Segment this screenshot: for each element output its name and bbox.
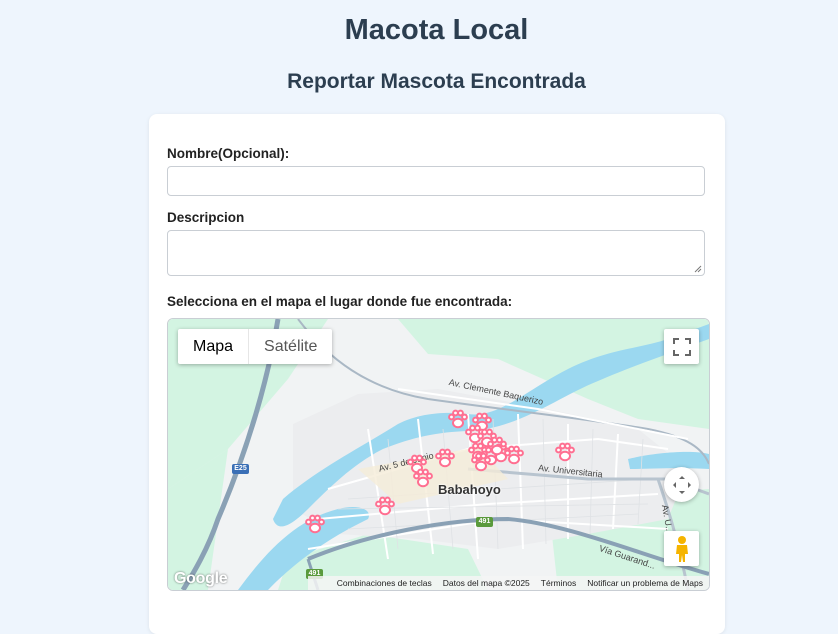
- paw-marker-icon[interactable]: [374, 495, 396, 517]
- description-textarea[interactable]: [167, 230, 705, 276]
- google-logo: Google: [174, 570, 228, 587]
- page-title: Macota Local: [344, 14, 529, 46]
- paw-marker-icon[interactable]: [412, 467, 434, 489]
- paw-marker-icon[interactable]: [554, 441, 576, 463]
- report-problem-link[interactable]: Notificar un problema de Maps: [587, 578, 703, 588]
- terms-link[interactable]: Términos: [541, 578, 576, 588]
- location-map[interactable]: Av. Clemente Baquerizo Av. 5 de Junio Av…: [167, 318, 710, 591]
- map-label: Selecciona en el mapa el lugar donde fue…: [167, 294, 513, 309]
- camera-control-button[interactable]: [664, 467, 699, 502]
- paw-marker-icon[interactable]: [304, 513, 326, 535]
- paw-marker-icon[interactable]: [434, 447, 456, 469]
- map-footer: Combinaciones de teclas Datos del mapa ©…: [308, 576, 709, 590]
- description-label: Descripcion: [167, 210, 245, 225]
- name-label: Nombre(Opcional):: [167, 146, 290, 161]
- camera-control-icon: [672, 475, 691, 494]
- street-view-button[interactable]: [664, 531, 699, 566]
- map-data-text: Datos del mapa ©2025: [442, 578, 530, 588]
- page-subtitle: Reportar Mascota Encontrada: [287, 70, 586, 93]
- keyboard-shortcuts-link[interactable]: Combinaciones de teclas: [337, 578, 432, 588]
- report-form-card: Nombre(Opcional): Descripcion Selecciona…: [149, 114, 725, 634]
- fullscreen-icon: [672, 337, 691, 356]
- map-type-satellite-button[interactable]: Satélite: [249, 329, 332, 364]
- map-type-map-button[interactable]: Mapa: [178, 329, 248, 364]
- map-type-control: Mapa Satélite: [178, 329, 333, 364]
- city-label: Babahoyo: [438, 482, 501, 497]
- route-shield: 491: [476, 517, 493, 527]
- fullscreen-button[interactable]: [664, 329, 699, 364]
- route-shield: E25: [232, 464, 249, 474]
- paw-marker-icon[interactable]: [486, 435, 508, 457]
- name-input[interactable]: [167, 166, 705, 196]
- resize-grip-icon[interactable]: [694, 265, 702, 273]
- street-view-pegman-icon: [675, 535, 688, 562]
